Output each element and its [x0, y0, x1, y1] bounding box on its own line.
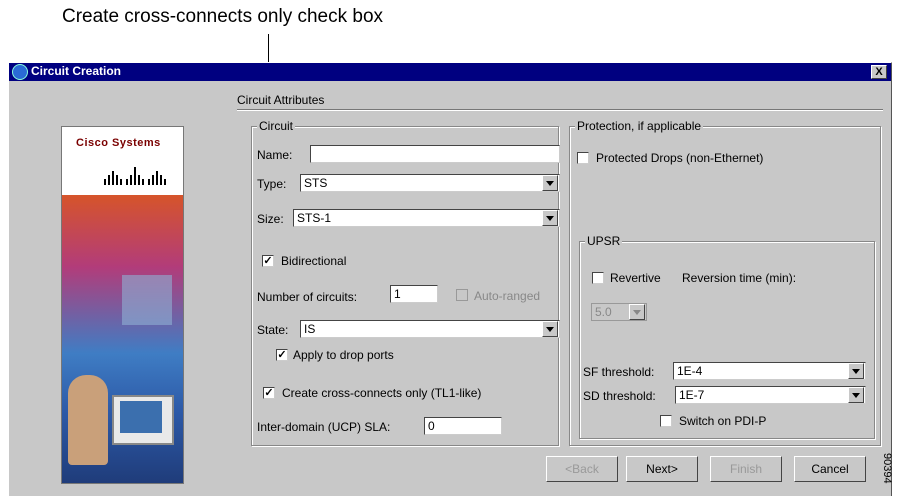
create-cross-connects-checkbox[interactable]: ✓: [263, 387, 275, 399]
close-button[interactable]: X: [871, 65, 887, 79]
apply-drop-ports-checkbox[interactable]: ✓: [276, 349, 288, 361]
type-dropdown-icon[interactable]: [542, 175, 558, 191]
computer-screen-graphic: [120, 401, 162, 433]
bidirectional-label: Bidirectional: [281, 254, 347, 268]
apply-drop-ports-label: Apply to drop ports: [293, 348, 394, 362]
upsr-group-title: UPSR: [585, 234, 623, 248]
callout-label: Create cross-connects only check box: [62, 6, 384, 27]
size-select[interactable]: STS-1: [293, 209, 560, 227]
revertive-label: Revertive: [610, 271, 661, 285]
next-button[interactable]: Next>: [626, 456, 698, 482]
cisco-logo-text: Cisco Systems: [76, 137, 161, 149]
type-label: Type:: [257, 177, 287, 191]
name-input[interactable]: [310, 145, 560, 163]
cisco-logo: Cisco Systems: [62, 127, 183, 195]
create-cross-connects-label: Create cross-connects only (TL1-like): [282, 386, 482, 400]
sd-threshold-select[interactable]: 1E-7: [675, 386, 866, 404]
sf-threshold-label: SF threshold:: [583, 365, 655, 379]
sf-threshold-select[interactable]: 1E-4: [673, 362, 866, 380]
auto-ranged-label: Auto-ranged: [474, 289, 541, 303]
revertive-checkbox[interactable]: [592, 272, 604, 284]
protection-group-title: Protection, if applicable: [575, 119, 704, 133]
state-dropdown-icon[interactable]: [542, 321, 558, 337]
person-graphic: [68, 375, 108, 465]
network-illustration: [62, 195, 183, 483]
cisco-side-panel: Cisco Systems: [61, 126, 184, 484]
num-circuits-input[interactable]: 1: [390, 285, 438, 303]
city-graphic: [122, 275, 172, 325]
title-bar: Circuit Creation X: [9, 63, 891, 81]
heading-rule-highlight: [237, 110, 883, 111]
back-button: <Back: [546, 456, 618, 482]
switch-pdi-checkbox[interactable]: [660, 415, 672, 427]
auto-ranged-checkbox: [456, 289, 468, 301]
finish-button: Finish: [710, 456, 782, 482]
sla-label: Inter-domain (UCP) SLA:: [257, 420, 391, 434]
cancel-button[interactable]: Cancel: [794, 456, 866, 482]
window-title: Circuit Creation: [31, 64, 122, 78]
size-label: Size:: [257, 212, 284, 226]
num-circuits-label: Number of circuits:: [257, 290, 358, 304]
reversion-time-label: Reversion time (min):: [682, 271, 797, 285]
sf-dropdown-icon[interactable]: [848, 363, 864, 379]
circuit-creation-window: Circuit Creation X Cisco Systems Circuit…: [8, 62, 892, 496]
protected-drops-label: Protected Drops (non-Ethernet): [596, 151, 764, 165]
state-label: State:: [257, 323, 289, 337]
sla-input[interactable]: 0: [424, 417, 502, 435]
state-select[interactable]: IS: [300, 320, 560, 338]
type-select[interactable]: STS: [300, 174, 560, 192]
cisco-bars-icon: [104, 167, 166, 185]
app-globe-icon: [12, 64, 28, 80]
reversion-dropdown-icon: [629, 304, 645, 320]
sd-dropdown-icon[interactable]: [848, 387, 864, 403]
bidirectional-checkbox[interactable]: ✓: [262, 255, 274, 267]
figure-number: 90394: [881, 453, 893, 484]
size-dropdown-icon[interactable]: [542, 210, 558, 226]
sd-threshold-label: SD threshold:: [583, 389, 656, 403]
circuit-group-title: Circuit: [257, 119, 296, 133]
protected-drops-checkbox[interactable]: [577, 152, 589, 164]
switch-pdi-label: Switch on PDI-P: [679, 414, 767, 428]
circuit-attributes-heading: Circuit Attributes: [237, 93, 325, 107]
name-label: Name:: [257, 148, 293, 162]
